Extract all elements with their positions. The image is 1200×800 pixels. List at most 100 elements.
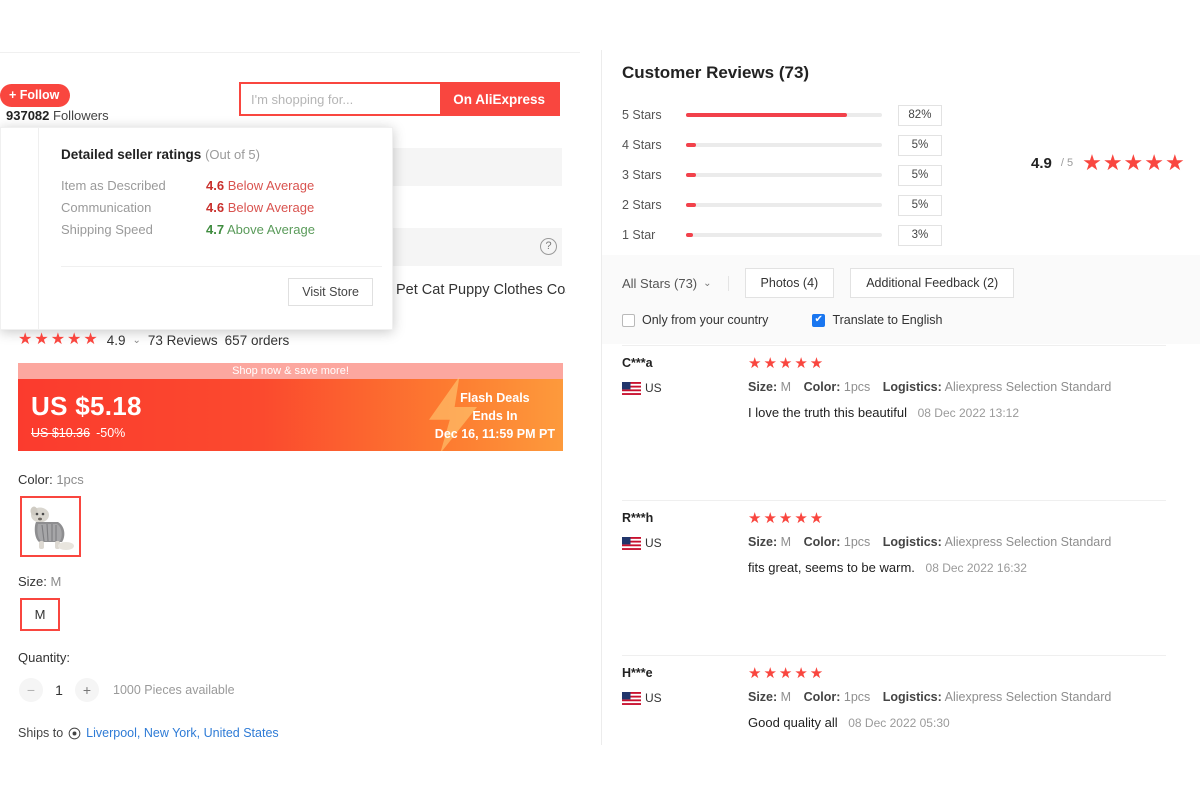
dsr-score: 4.7 — [206, 222, 225, 237]
deal-price: US $5.18 — [31, 391, 142, 421]
filter-photos-button[interactable]: Photos (4) — [744, 268, 835, 298]
deal-discount: -50% — [96, 426, 126, 440]
size-label-text: Size: — [18, 574, 47, 589]
follow-store-button[interactable]: + Follow — [0, 84, 71, 107]
review-logistics-value: Aliexpress Selection Standard — [944, 380, 1112, 394]
review-color-key: Color: — [803, 380, 841, 394]
quantity-decrease-button[interactable]: − — [19, 678, 43, 702]
us-flag-icon — [622, 536, 641, 550]
seller-ratings-title-text: Detailed seller ratings — [61, 147, 202, 162]
translate-to-english-checkbox[interactable]: Translate to English — [812, 313, 942, 327]
review-text: I love the truth this beautiful — [748, 405, 907, 420]
deal-countdown: Flash Deals Ends In Dec 16, 11:59 PM PT — [435, 389, 555, 443]
review-item: R***h US ★★★★★ Size: M Color: 1pcs Logis… — [601, 500, 1200, 655]
size-option-m[interactable]: M — [20, 598, 60, 631]
distribution-label: 3 Stars — [622, 168, 662, 182]
ships-to-row: Ships to Liverpool, New York, United Sta… — [18, 726, 279, 740]
distribution-percent[interactable]: 5% — [897, 194, 942, 216]
search-input[interactable] — [241, 84, 441, 114]
review-body: Good quality all 08 Dec 2022 05:30 — [748, 715, 950, 730]
review-separator — [622, 655, 1166, 656]
all-stars-dropdown[interactable]: All Stars (73) ⌄ — [622, 275, 729, 291]
deal-badge-title: Flash Deals — [460, 391, 530, 405]
quantity-increase-button[interactable]: + — [75, 678, 99, 702]
reviews-count-link[interactable]: 73 Reviews — [148, 333, 218, 348]
review-stars: ★★★★★ — [748, 355, 826, 372]
review-separator — [622, 345, 1166, 346]
size-selected-value: M — [50, 574, 62, 589]
distribution-fill — [685, 203, 696, 207]
review-date: 08 Dec 2022 05:30 — [848, 716, 950, 730]
checkbox-box — [622, 313, 635, 327]
product-left-column: + Follow 937082 Followers On AliExpress … — [0, 0, 600, 800]
dsr-verdict: Below Average — [227, 178, 315, 193]
review-color-key: Color: — [803, 535, 841, 549]
review-country-code: US — [645, 691, 662, 705]
stock-availability: 1000 Pieces available — [113, 683, 235, 697]
review-text: Good quality all — [748, 715, 838, 730]
us-flag-icon — [622, 381, 641, 395]
rating-distribution: 5 Stars 82% 4 Stars 5% 3 Stars 5% 2 Star… — [622, 100, 942, 250]
visit-store-button[interactable]: Visit Store — [288, 278, 373, 306]
translate-to-english-label: Translate to English — [832, 313, 943, 327]
color-label-text: Color: — [18, 472, 53, 487]
overall-rating-stars: ★★★★★ — [1082, 150, 1186, 175]
quantity-value: 1 — [55, 682, 63, 698]
ships-to-address-link[interactable]: Liverpool, New York, United States — [86, 726, 278, 740]
ships-to-label: Ships to — [18, 726, 64, 740]
distribution-track — [685, 233, 882, 237]
review-size-value: M — [780, 535, 792, 549]
distribution-label: 5 Stars — [622, 108, 662, 122]
orders-count: 657 orders — [224, 332, 290, 348]
only-from-country-label: Only from your country — [642, 313, 769, 327]
chevron-down-icon: ⌄ — [703, 277, 712, 289]
distribution-percent[interactable]: 5% — [897, 164, 942, 186]
review-color-value: 1pcs — [843, 690, 871, 704]
review-body: fits great, seems to be warm. 08 Dec 202… — [748, 560, 1027, 575]
review-country: US — [622, 536, 662, 550]
review-author: R***h — [622, 511, 654, 525]
review-country-code: US — [645, 381, 662, 395]
review-size-key: Size: — [748, 380, 778, 394]
review-country: US — [622, 691, 662, 705]
deal-original-price: US $10.36 — [31, 426, 91, 440]
distribution-fill — [685, 143, 696, 147]
dsr-verdict: Above Average — [226, 222, 315, 237]
distribution-row-1: 1 Star 3% — [622, 220, 942, 250]
only-from-country-checkbox[interactable]: Only from your country — [622, 313, 768, 327]
flash-deal-banner[interactable]: Shop now & save more! US $5.18 US $10.36… — [18, 363, 563, 451]
store-followers: 937082 Followers — [6, 108, 109, 123]
review-size-key: Size: — [748, 690, 778, 704]
distribution-track — [685, 173, 882, 177]
deal-body: US $5.18 US $10.36 -50% Flash Deals Ends … — [18, 376, 563, 451]
chevron-down-icon[interactable]: ⌄ — [133, 335, 141, 346]
distribution-label: 1 Star — [622, 228, 656, 242]
review-checkbox-row: Only from your country Translate to Engl… — [622, 313, 942, 327]
filter-additional-feedback-button[interactable]: Additional Feedback (2) — [850, 268, 1015, 298]
review-filter-row: All Stars (73) ⌄ Photos (4) Additional F… — [622, 268, 1015, 298]
search-submit-button[interactable]: On AliExpress — [440, 84, 558, 114]
help-icon[interactable]: ? — [540, 238, 557, 255]
distribution-percent[interactable]: 82% — [897, 104, 942, 126]
dsr-label: Item as Described — [61, 178, 166, 193]
distribution-percent[interactable]: 3% — [897, 224, 942, 246]
review-date: 08 Dec 2022 13:12 — [917, 406, 1020, 420]
dsr-row-communication: Communication 4.6 Below Average — [61, 200, 314, 215]
review-date: 08 Dec 2022 16:32 — [925, 561, 1027, 575]
distribution-fill — [685, 173, 696, 177]
review-size-value: M — [780, 690, 792, 704]
review-size-key: Size: — [748, 535, 778, 549]
location-pin-icon — [68, 727, 81, 739]
overall-rating-scale: / 5 — [1060, 157, 1074, 169]
review-item: H***e US ★★★★★ Size: M Color: 1pcs Logis… — [601, 655, 1200, 745]
distribution-percent[interactable]: 5% — [897, 134, 942, 156]
dsr-label: Communication — [61, 200, 152, 215]
customer-reviews-panel: Customer Reviews (73) 5 Stars 82% 4 Star… — [601, 0, 1200, 800]
dsr-row-item-as-described: Item as Described 4.6 Below Average — [61, 178, 314, 193]
review-logistics-value: Aliexpress Selection Standard — [944, 535, 1112, 549]
review-text: fits great, seems to be warm. — [748, 560, 915, 575]
review-size-value: M — [780, 380, 792, 394]
review-item: C***a US ★★★★★ Size: M Color: 1pcs Logis… — [601, 345, 1200, 500]
color-swatch-option[interactable] — [20, 496, 81, 557]
overall-rating-value: 4.9 — [1031, 154, 1052, 172]
